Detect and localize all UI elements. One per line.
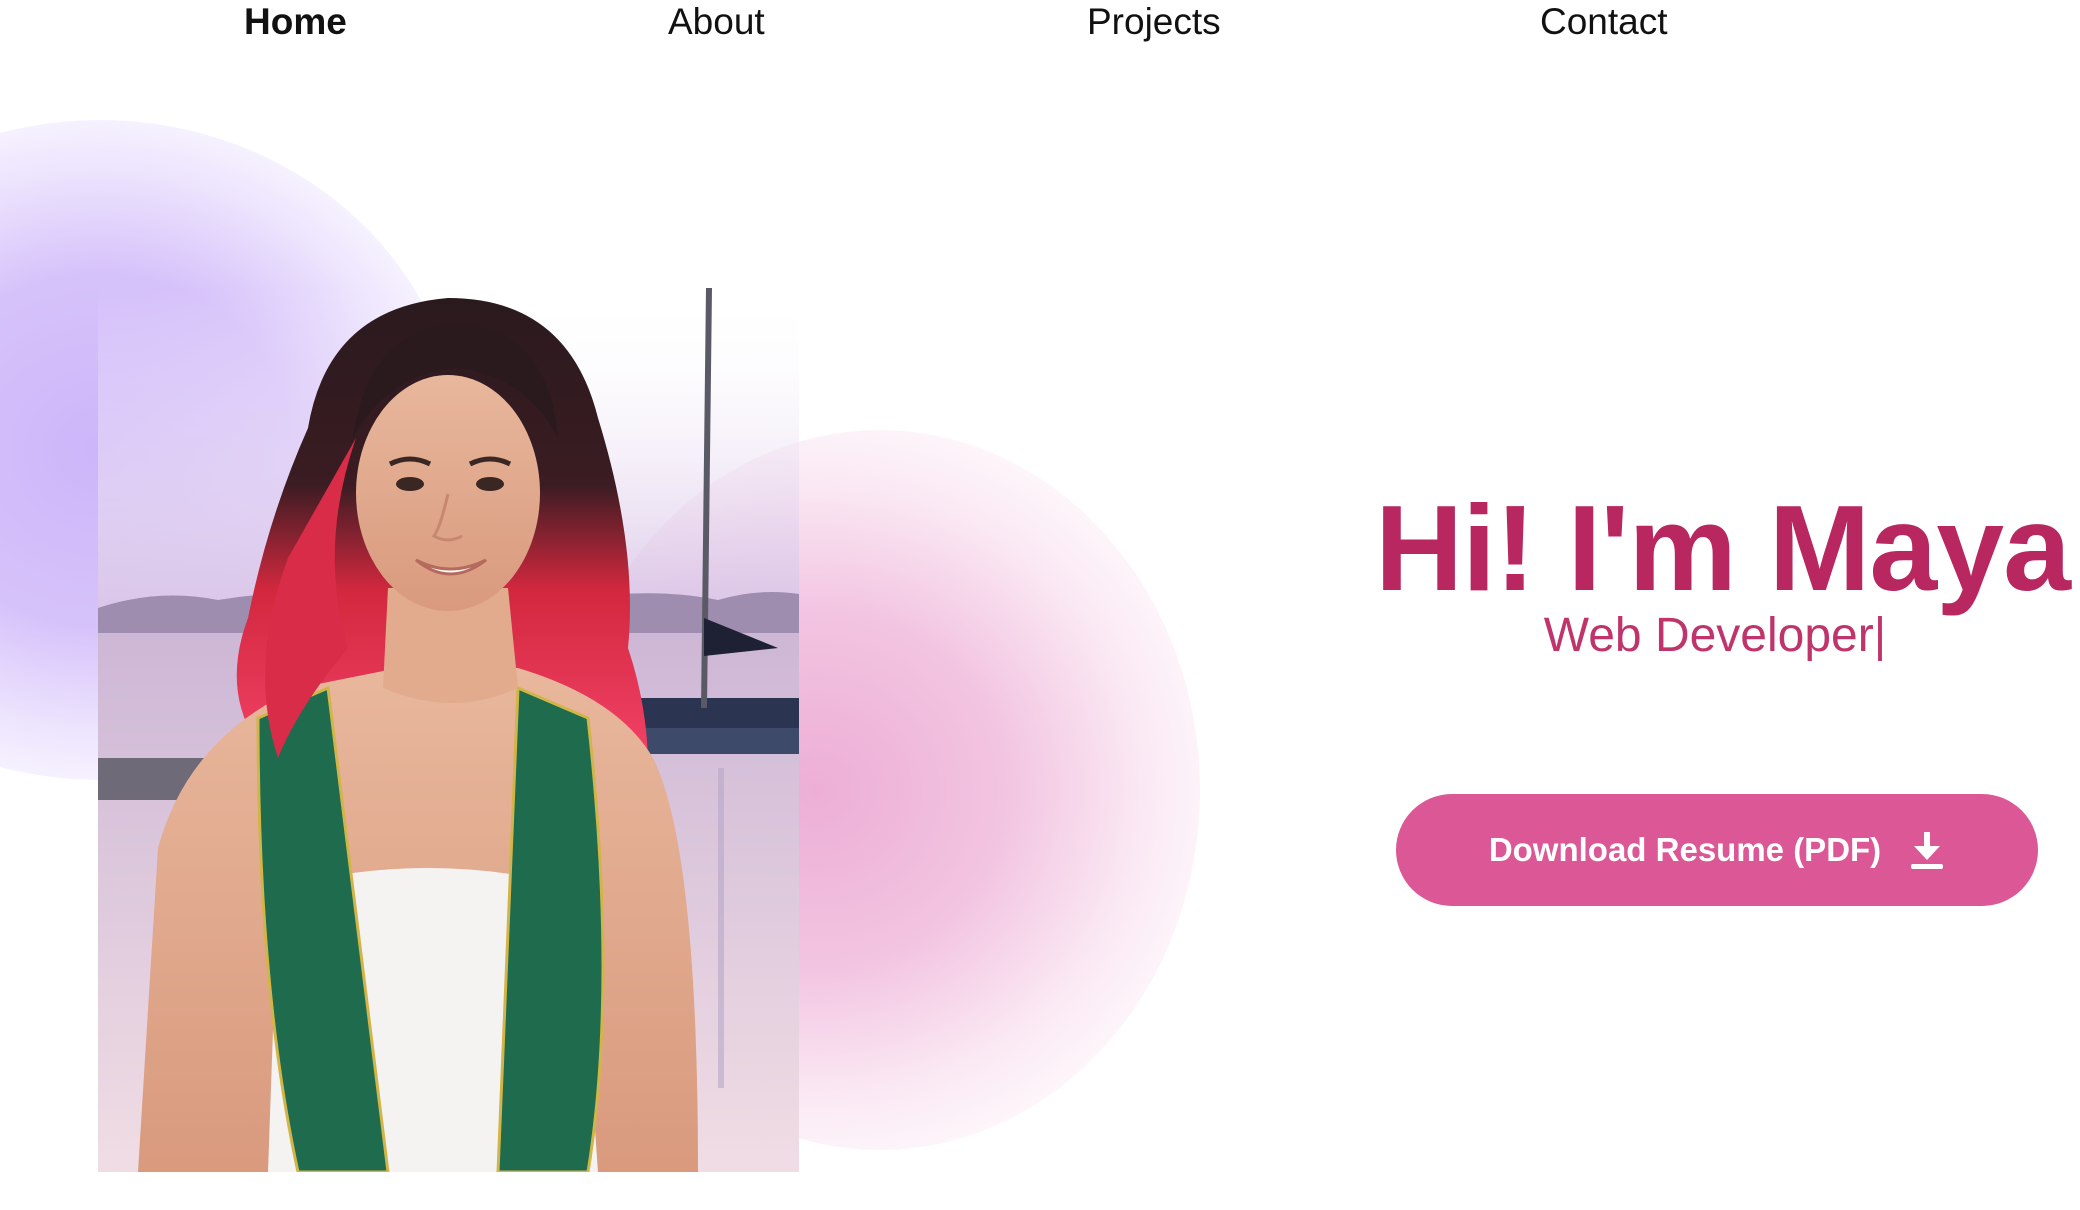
download-icon bbox=[1909, 830, 1945, 870]
nav-link-projects[interactable]: Projects bbox=[1087, 0, 1221, 44]
hero-title: Hi! I'm Maya bbox=[1375, 480, 2071, 616]
download-resume-label: Download Resume (PDF) bbox=[1488, 831, 1882, 868]
page: Home About Projects Contact Hi! I'm Maya… bbox=[0, 0, 2080, 1210]
subtitle-text: Web Developer bbox=[1543, 609, 1874, 662]
nav-link-contact[interactable]: Contact bbox=[1540, 0, 1668, 44]
download-resume-button[interactable]: Download Resume (PDF) bbox=[1396, 794, 2038, 906]
nav-link-home[interactable]: Home bbox=[244, 0, 347, 44]
top-nav: Home About Projects Contact bbox=[0, 0, 2080, 44]
nav-link-about[interactable]: About bbox=[668, 0, 765, 44]
hero-subtitle: Web Developer| bbox=[1375, 606, 2055, 666]
typing-cursor: | bbox=[1873, 609, 1887, 662]
portrait-photo bbox=[98, 288, 799, 1172]
